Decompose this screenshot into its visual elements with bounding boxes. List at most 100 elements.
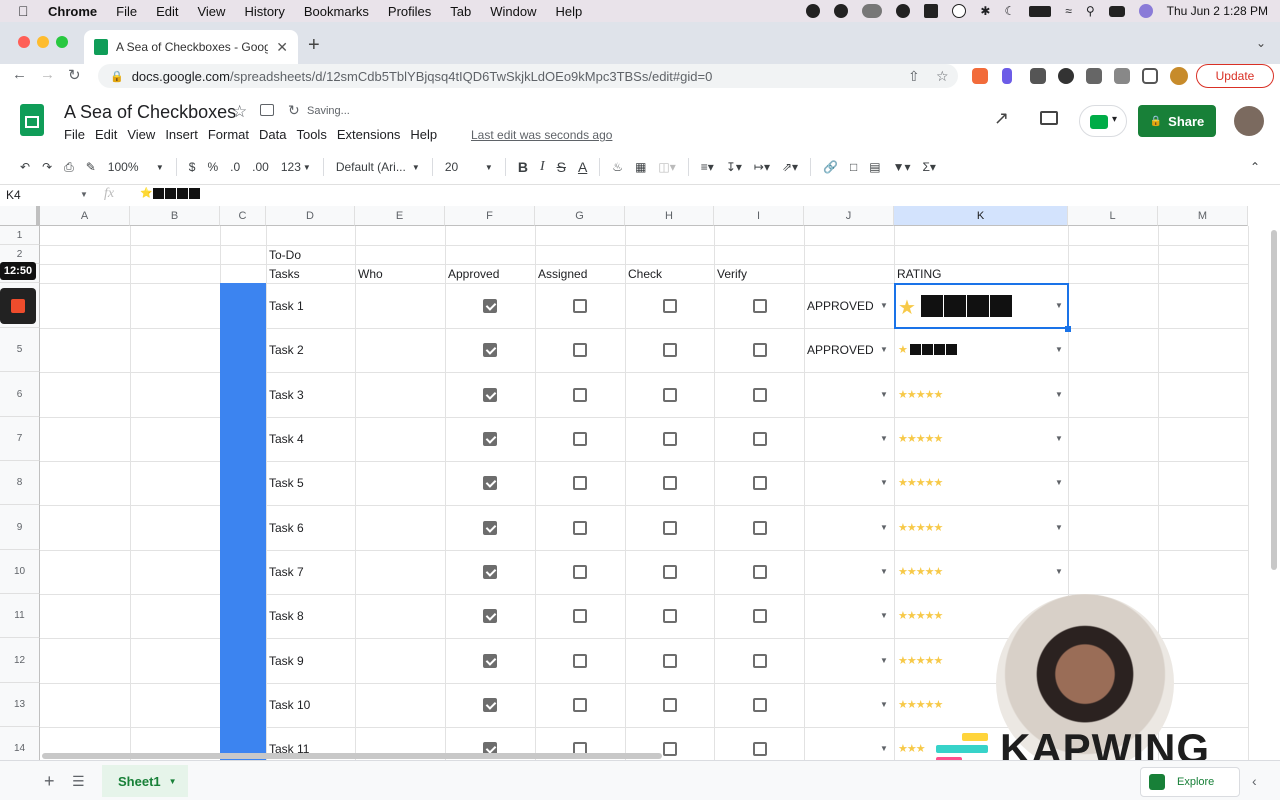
gear-icon[interactable] [896, 4, 911, 18]
explore-button[interactable]: Explore [1140, 767, 1240, 797]
chevron-down-icon[interactable]: ▼ [80, 190, 88, 199]
row-header-13[interactable]: 13 [0, 683, 40, 727]
italic-button[interactable]: I [540, 159, 545, 175]
all-sheets-icon[interactable]: ☰ [72, 773, 85, 790]
menubar-item-help[interactable]: Help [556, 4, 583, 19]
vertical-scrollbar[interactable] [1271, 230, 1277, 570]
filter-icon[interactable]: ▼▾ [893, 160, 911, 174]
apple-icon[interactable]:  [18, 3, 34, 19]
cell-rating-header[interactable]: RATING [897, 264, 941, 283]
paint-format-icon[interactable]: ✎ [86, 160, 96, 174]
column-header-k[interactable]: K [894, 206, 1068, 226]
verify-checkbox[interactable] [753, 298, 767, 313]
column-header-h[interactable]: H [625, 206, 714, 226]
star-document-icon[interactable]: ☆ [232, 102, 247, 122]
verify-checkbox[interactable] [753, 653, 767, 668]
assigned-checkbox[interactable] [573, 387, 587, 402]
rating-dropdown-chevron-icon[interactable]: ▼ [1055, 567, 1063, 576]
cell-assigned-header[interactable]: Assigned [538, 264, 587, 283]
extension-icon-2[interactable] [1002, 68, 1012, 84]
verify-checkbox[interactable] [753, 565, 767, 579]
task-name-cell[interactable]: Task 5 [269, 461, 304, 505]
strikethrough-button[interactable]: S [557, 159, 566, 175]
menubar-item-history[interactable]: History [244, 4, 284, 19]
assigned-checkbox[interactable] [573, 476, 587, 490]
task-name-cell[interactable]: Task 7 [269, 550, 304, 594]
borders-icon[interactable]: ▦ [635, 160, 646, 174]
menu-edit[interactable]: Edit [95, 127, 117, 142]
approved-checkbox[interactable] [483, 698, 497, 712]
menubar-item-file[interactable]: File [116, 4, 137, 19]
font-size-select[interactable]: 20 ▼ [445, 160, 493, 174]
menubar-clock[interactable]: Thu Jun 2 1:28 PM [1167, 4, 1268, 18]
menu-insert[interactable]: Insert [165, 127, 198, 142]
menubar-item-edit[interactable]: Edit [156, 4, 178, 19]
window-zoom-button[interactable] [56, 36, 68, 48]
menu-file[interactable]: File [64, 127, 85, 142]
back-arrow-icon[interactable]: ← [12, 66, 27, 83]
account-avatar[interactable] [1234, 106, 1264, 136]
verify-checkbox[interactable] [753, 432, 767, 446]
rating-dropdown-chevron-icon[interactable]: ▼ [1055, 434, 1063, 443]
task-name-cell[interactable]: Task 10 [269, 683, 310, 727]
horizontal-scrollbar[interactable] [42, 753, 662, 759]
document-title[interactable]: A Sea of Checkboxes [64, 102, 236, 123]
sidebar-icon[interactable] [1142, 68, 1158, 84]
insert-chart-icon[interactable]: ▤ [869, 160, 880, 174]
approved-checkbox[interactable] [483, 476, 497, 490]
cell-who-header[interactable]: Who [358, 264, 383, 283]
approved-checkbox[interactable] [483, 298, 497, 313]
check-checkbox[interactable] [663, 298, 677, 313]
verify-checkbox[interactable] [753, 343, 767, 357]
status-icon-2[interactable] [834, 4, 849, 18]
row-header-7[interactable]: 7 [0, 417, 40, 461]
status-dropdown-chevron-icon[interactable]: ▼ [880, 434, 888, 443]
browser-tab-active[interactable]: A Sea of Checkboxes - Google ✕ [84, 30, 298, 64]
column-header-f[interactable]: F [445, 206, 535, 226]
task-name-cell[interactable]: Task 4 [269, 417, 304, 461]
cell-approved-header[interactable]: Approved [448, 264, 499, 283]
redo-icon[interactable]: ↷ [42, 160, 52, 174]
column-header-a[interactable]: A [40, 206, 130, 226]
row-header-14[interactable]: 14 [0, 727, 40, 760]
status-icon-1[interactable] [806, 4, 821, 18]
approved-checkbox[interactable] [483, 387, 497, 402]
fill-color-icon[interactable]: ♨ [612, 160, 623, 174]
menubar-item-bookmarks[interactable]: Bookmarks [304, 4, 369, 19]
menu-data[interactable]: Data [259, 127, 286, 142]
task-name-cell[interactable]: Task 2 [269, 328, 304, 372]
status-dropdown-chevron-icon[interactable]: ▼ [880, 523, 888, 532]
insert-comment-icon[interactable]: □ [850, 160, 857, 174]
font-select[interactable]: Default (Ari... ▼ [336, 160, 420, 174]
reload-icon[interactable]: ↻ [68, 66, 81, 84]
side-panel-toggle-icon[interactable]: ‹ [1252, 773, 1257, 789]
sheet-tab-sheet1[interactable]: Sheet1 ▼ [102, 765, 188, 797]
status-dropdown-chevron-icon[interactable]: ▼ [880, 567, 888, 576]
check-checkbox[interactable] [663, 387, 677, 402]
search-icon[interactable]: ⚲ [1086, 4, 1095, 18]
menubar-item-window[interactable]: Window [490, 4, 536, 19]
check-checkbox[interactable] [663, 343, 677, 357]
moon-icon[interactable]: ☾ [1004, 4, 1015, 18]
play-icon[interactable] [952, 4, 967, 18]
task-name-cell[interactable]: Task 8 [269, 594, 304, 638]
stop-recording-button[interactable] [0, 288, 36, 324]
approved-checkbox[interactable] [483, 432, 497, 446]
lock-icon[interactable]: 🔒 [110, 70, 124, 83]
task-name-cell[interactable]: Task 1 [269, 283, 304, 328]
status-dropdown-chevron-icon[interactable]: ▼ [880, 301, 888, 310]
profile-avatar-icon[interactable] [1170, 67, 1188, 85]
check-checkbox[interactable] [663, 520, 677, 535]
url-input[interactable]: 🔒 docs.google.com/spreadsheets/d/12smCdb… [98, 64, 958, 88]
assigned-checkbox[interactable] [573, 653, 587, 668]
bluetooth-icon[interactable]: ✱ [980, 4, 990, 18]
print-icon[interactable]: ⎙ [64, 160, 74, 175]
column-header-g[interactable]: G [535, 206, 625, 226]
verify-checkbox[interactable] [753, 520, 767, 535]
last-edit-link[interactable]: Last edit was seconds ago [471, 128, 612, 142]
bold-button[interactable]: B [518, 159, 528, 175]
menu-format[interactable]: Format [208, 127, 249, 142]
functions-icon[interactable]: Σ▾ [923, 160, 936, 174]
insert-link-icon[interactable]: 🔗 [823, 160, 838, 174]
wifi-icon[interactable]: ≈ [1065, 4, 1072, 18]
